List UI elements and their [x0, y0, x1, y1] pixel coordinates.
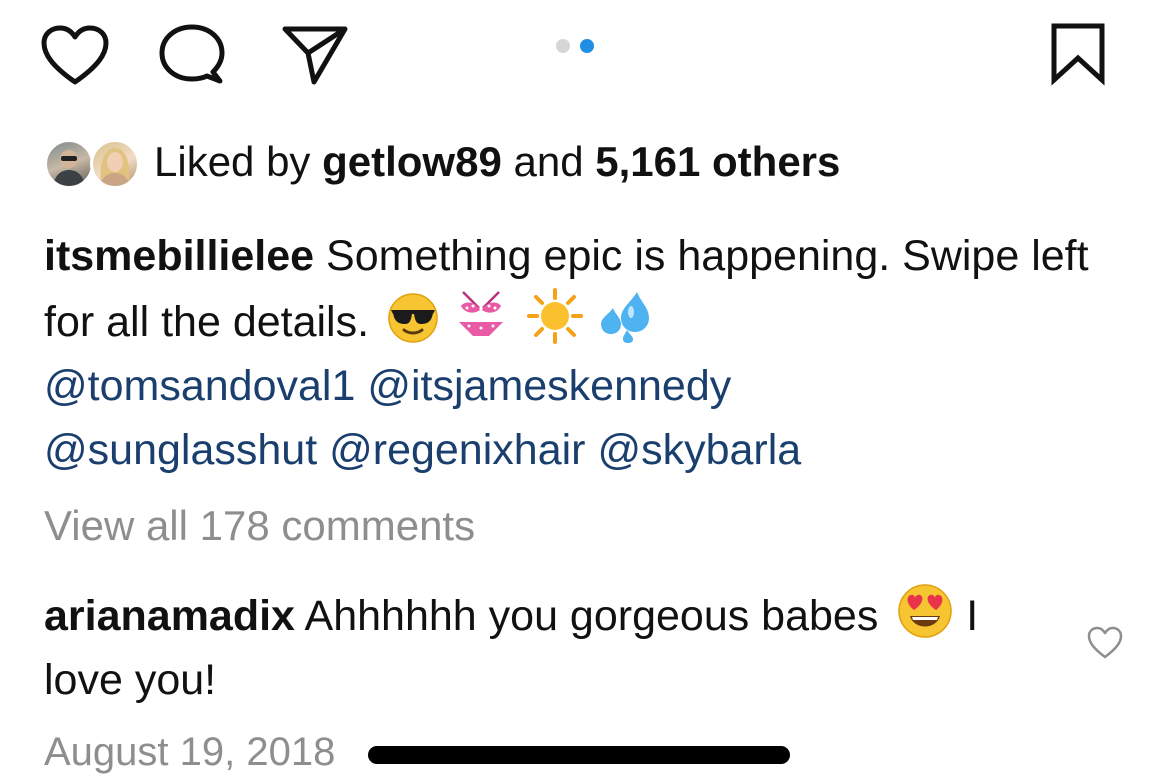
post-date: August 19, 2018	[44, 730, 336, 774]
heart-icon[interactable]	[40, 24, 110, 88]
carousel-dot-active	[580, 39, 594, 53]
comment-item: arianamadix Ahhhhhh you gorgeous babes I…	[44, 582, 1044, 712]
mention-link[interactable]: @skybarla	[597, 426, 801, 474]
view-all-comments-link[interactable]: View all 178 comments	[44, 496, 475, 556]
comment-like-heart-icon[interactable]	[1086, 625, 1124, 666]
comment-username[interactable]: arianamadix	[44, 592, 295, 640]
post-caption: itsmebillielee Something epic is happeni…	[44, 224, 1124, 482]
carousel-dot	[556, 39, 570, 53]
mention-link[interactable]: @regenixhair	[329, 426, 585, 474]
liker-avatars	[44, 135, 148, 189]
liker-username[interactable]: getlow89	[322, 138, 502, 185]
bikini-emoji	[453, 288, 509, 344]
bookmark-icon[interactable]	[1046, 22, 1110, 86]
likes-prefix: Liked by	[154, 138, 323, 185]
sun-emoji	[525, 288, 585, 344]
mention-link[interactable]: @tomsandoval1	[44, 362, 355, 410]
mention-link[interactable]: @itsjameskennedy	[367, 362, 731, 410]
sweat-droplets-emoji	[597, 288, 653, 344]
likes-row: Liked by getlow89 and 5,161 others	[44, 132, 840, 192]
comment-text: Ahhhhhh you gorgeous babes	[294, 592, 879, 640]
likes-middle: and	[501, 138, 596, 185]
likes-count[interactable]: 5,161 others	[595, 138, 840, 185]
action-bar	[0, 0, 1163, 120]
share-icon[interactable]	[280, 22, 350, 86]
avatar[interactable]	[44, 139, 94, 189]
likes-summary: Liked by getlow89 and 5,161 others	[154, 135, 840, 189]
avatar[interactable]	[90, 139, 140, 189]
home-indicator[interactable]	[368, 746, 790, 764]
sunglasses-emoji	[385, 292, 441, 344]
caption-username[interactable]: itsmebillielee	[44, 232, 314, 280]
mention-link[interactable]: @sunglasshut	[44, 426, 317, 474]
heart-eyes-emoji	[896, 582, 954, 640]
comment-icon[interactable]	[156, 22, 226, 88]
carousel-pager	[556, 38, 594, 54]
